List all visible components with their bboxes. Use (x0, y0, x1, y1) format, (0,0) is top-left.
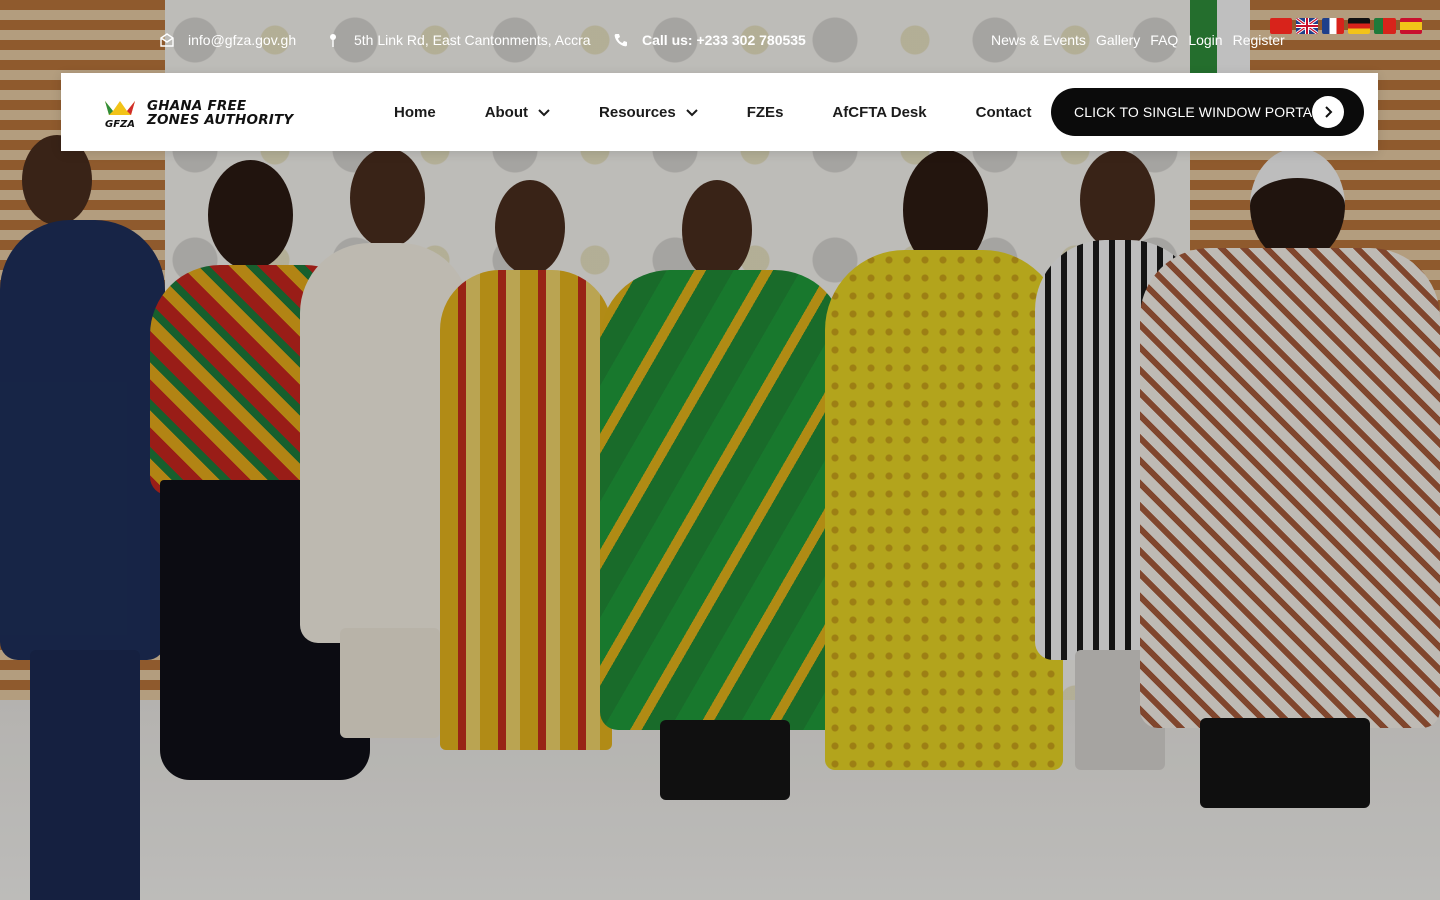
cta-label[interactable]: CLICK TO SINGLE WINDOW PORTAL (1074, 104, 1320, 120)
language-switcher (1270, 18, 1422, 34)
germany-flag[interactable] (1348, 18, 1370, 34)
site-logo[interactable]: GFZA GHANA FREE ZONES AUTHORITY (101, 93, 301, 133)
nav-fzes-label[interactable]: FZEs (747, 104, 784, 121)
nav-home-label[interactable]: Home (394, 104, 436, 121)
utility-links: News & Events Gallery FAQ Login Register (991, 32, 1285, 48)
chevron-down-icon (538, 104, 550, 121)
nav-about-label[interactable]: About (485, 104, 528, 121)
nav-contact[interactable]: Contact (976, 104, 1032, 121)
chevron-down-icon (686, 104, 698, 121)
phone-text[interactable]: Call us: +233 302 780535 (642, 32, 806, 48)
chevron-right-icon[interactable] (1312, 96, 1344, 128)
login-link[interactable]: Login (1188, 32, 1222, 48)
portugal-flag[interactable] (1374, 18, 1396, 34)
email-text[interactable]: info@gfza.gov.gh (188, 32, 296, 48)
logo-line-2: ZONES AUTHORITY (147, 112, 294, 128)
nav-home[interactable]: Home (394, 104, 436, 121)
chinese-flag[interactable] (1270, 18, 1292, 34)
phone-contact[interactable]: Call us: +233 302 780535 (614, 32, 806, 48)
faq-link[interactable]: FAQ (1150, 32, 1178, 48)
email-contact[interactable]: info@gfza.gov.gh (160, 32, 296, 48)
nav-afcfta-label[interactable]: AfCFTA Desk (832, 104, 926, 121)
top-info-bar: info@gfza.gov.gh 5th Link Rd, East Canto… (0, 24, 1440, 60)
register-link[interactable]: Register (1233, 32, 1285, 48)
logo-mark-text: GFZA (105, 119, 135, 129)
address-text: 5th Link Rd, East Cantonments, Accra (354, 32, 591, 48)
primary-menu: Home About Resources FZEs AfCFTA Desk Co… (394, 73, 1031, 151)
envelope-icon (160, 33, 174, 47)
map-pin-icon (326, 33, 340, 47)
nav-afcfta-desk[interactable]: AfCFTA Desk (832, 104, 926, 121)
uk-flag[interactable] (1296, 18, 1318, 34)
news-events-link[interactable]: News & Events (991, 32, 1086, 48)
nav-about[interactable]: About (485, 104, 550, 121)
gallery-link[interactable]: Gallery (1096, 32, 1140, 48)
logo-line-1: GHANA FREE (147, 98, 247, 114)
nav-resources[interactable]: Resources (599, 104, 698, 121)
phone-icon (614, 33, 628, 47)
nav-resources-label[interactable]: Resources (599, 104, 676, 121)
nav-fzes[interactable]: FZEs (747, 104, 784, 121)
spain-flag[interactable] (1400, 18, 1422, 34)
france-flag[interactable] (1322, 18, 1344, 34)
single-window-portal-button[interactable]: CLICK TO SINGLE WINDOW PORTAL (1051, 88, 1364, 136)
logo-wordmark: GHANA FREE ZONES AUTHORITY (147, 99, 293, 127)
address-contact: 5th Link Rd, East Cantonments, Accra (326, 32, 591, 48)
nav-contact-label[interactable]: Contact (976, 104, 1032, 121)
gfza-logo-icon: GFZA (101, 97, 139, 130)
main-navbar: GFZA GHANA FREE ZONES AUTHORITY Home Abo… (61, 73, 1378, 151)
